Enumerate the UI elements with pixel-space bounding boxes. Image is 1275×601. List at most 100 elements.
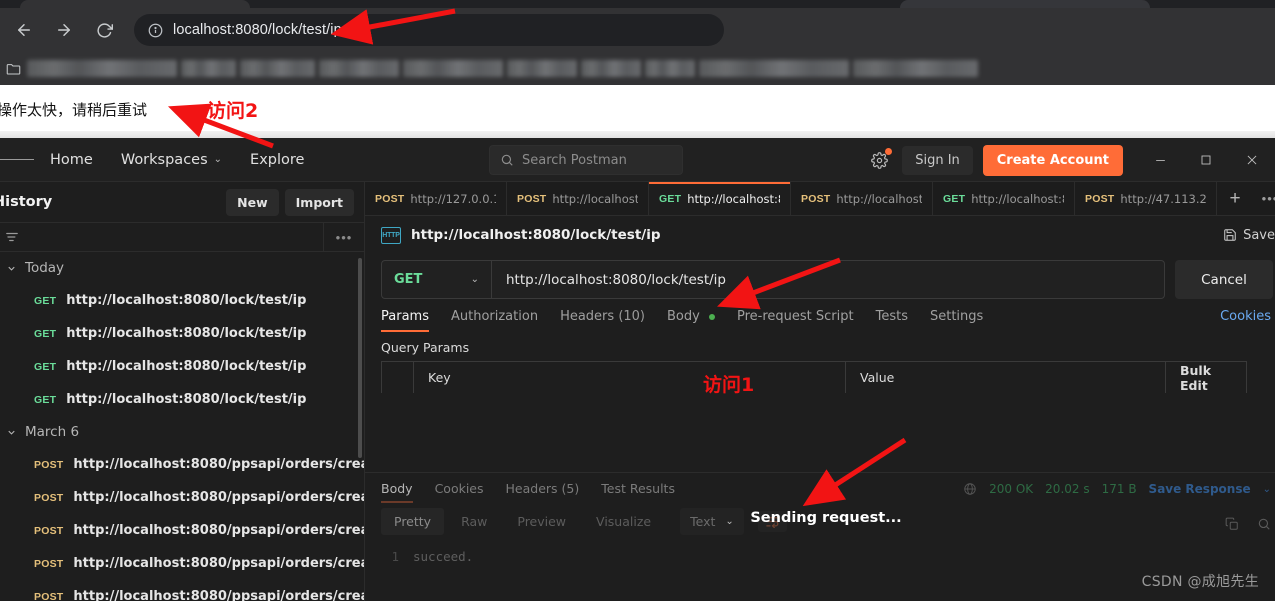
tab-headers[interactable]: Headers (10): [560, 309, 645, 332]
nav-explore[interactable]: Explore: [238, 146, 316, 174]
back-arrow-icon[interactable]: [8, 14, 40, 46]
response-tab-body[interactable]: Body: [381, 481, 413, 503]
history-group-today[interactable]: Today: [0, 252, 364, 284]
request-tab-active[interactable]: GET http://localhost:808: [649, 182, 791, 215]
tab-tests-label: Tests: [875, 309, 908, 324]
bookmark-item[interactable]: [581, 60, 641, 77]
request-tab[interactable]: POST http://localhost:80: [507, 182, 649, 215]
request-tab-bar: POST http://127.0.0.1:90 POST http://loc…: [365, 182, 1275, 216]
history-item[interactable]: GET http://localhost:8080/lock/test/ip: [0, 284, 364, 317]
bookmark-item[interactable]: [403, 60, 503, 77]
history-item[interactable]: GET http://localhost:8080/lock/test/ip: [0, 383, 364, 416]
request-tab[interactable]: POST http://47.113.206.2: [1075, 182, 1217, 215]
history-list[interactable]: Today GET http://localhost:8080/lock/tes…: [0, 252, 364, 601]
bookmarks-bar: [0, 52, 1275, 85]
request-title-bar: HTTP http://localhost:8080/lock/test/ip …: [365, 216, 1275, 254]
view-mode-visualize[interactable]: Visualize: [583, 508, 664, 535]
tab-tests[interactable]: Tests: [876, 309, 908, 332]
save-button[interactable]: Save: [1223, 228, 1275, 243]
response-tab-headers[interactable]: Headers (5): [506, 481, 580, 503]
request-tab[interactable]: POST http://127.0.0.1:90: [365, 182, 507, 215]
request-url-row: GET ⌄ http://localhost:8080/lock/test/ip…: [365, 254, 1275, 299]
save-response-button[interactable]: Save Response: [1149, 482, 1251, 496]
new-button[interactable]: New: [226, 188, 279, 216]
reload-icon[interactable]: [88, 14, 120, 46]
history-item[interactable]: POST http://localhost:8080/ppsapi/orders…: [0, 547, 364, 580]
tab-pre-request-script[interactable]: Pre-request Script: [737, 309, 854, 332]
response-tab-test-results-label: Test Results: [601, 481, 675, 496]
cookies-link[interactable]: Cookies: [1220, 309, 1271, 324]
maximize-button[interactable]: [1183, 138, 1229, 182]
search-icon[interactable]: [1257, 517, 1271, 531]
wrap-lines-icon[interactable]: [757, 511, 787, 532]
url-input[interactable]: http://localhost:8080/lock/test/ip: [492, 272, 726, 288]
gear-icon[interactable]: [864, 145, 894, 175]
site-info-icon[interactable]: [148, 23, 163, 38]
history-item[interactable]: POST http://localhost:8080/ppsapi/orders…: [0, 481, 364, 514]
watermark: CSDN @成旭先生: [1141, 574, 1259, 590]
history-item[interactable]: POST http://localhost:8080/ppsapi/orders…: [0, 448, 364, 481]
sidebar-scrollbar[interactable]: [358, 258, 362, 458]
bookmark-item[interactable]: [507, 60, 577, 77]
history-item[interactable]: GET http://localhost:8080/lock/test/ip: [0, 350, 364, 383]
forward-arrow-icon[interactable]: [48, 14, 80, 46]
history-method: POST: [34, 590, 64, 601]
history-item[interactable]: GET http://localhost:8080/lock/test/ip: [0, 317, 364, 350]
browser-tab-inactive[interactable]: [900, 0, 1150, 8]
new-tab-button[interactable]: +: [1217, 182, 1253, 215]
tab-url: http://127.0.0.1:90: [410, 191, 496, 206]
tab-params[interactable]: Params: [381, 309, 429, 332]
response-time: 20.02 s: [1045, 482, 1090, 496]
search-input[interactable]: Search Postman: [489, 145, 683, 175]
tab-url: http://localhost:80: [836, 191, 922, 206]
nav-home[interactable]: Home: [38, 146, 105, 174]
bookmark-item[interactable]: [27, 60, 177, 77]
history-group-march6[interactable]: March 6: [0, 416, 364, 448]
response-tab-cookies[interactable]: Cookies: [435, 481, 484, 503]
tab-body[interactable]: Body: [667, 309, 715, 332]
bulk-edit-button[interactable]: Bulk Edit: [1166, 362, 1246, 393]
response-body[interactable]: 1 succeed.: [365, 535, 1275, 564]
chevron-down-icon[interactable]: ⌄: [1263, 484, 1271, 495]
create-account-button[interactable]: Create Account: [982, 144, 1123, 176]
tab-more-icon[interactable]: •••: [1253, 182, 1275, 215]
tab-authorization[interactable]: Authorization: [451, 309, 538, 332]
request-tab[interactable]: POST http://localhost:80: [791, 182, 933, 215]
save-label: Save: [1243, 227, 1275, 243]
bookmark-item[interactable]: [240, 60, 315, 77]
view-mode-raw[interactable]: Raw: [448, 508, 500, 535]
response-tab-test-results[interactable]: Test Results: [601, 481, 675, 503]
bookmark-item[interactable]: [319, 60, 399, 77]
copy-icon[interactable]: [1225, 517, 1239, 531]
history-item[interactable]: POST http://localhost:8080/ppsapi/orders…: [0, 580, 364, 601]
bookmark-item[interactable]: [181, 60, 236, 77]
response-format-selector[interactable]: Text ⌄: [680, 508, 744, 535]
address-bar-url: localhost:8080/lock/test/ip: [173, 22, 342, 38]
nav-workspaces[interactable]: Workspaces ⌄: [109, 146, 234, 174]
bookmark-item[interactable]: [699, 60, 849, 77]
sign-in-button[interactable]: Sign In: [902, 145, 973, 175]
sidebar-more-icon[interactable]: •••: [324, 230, 364, 245]
view-mode-preview[interactable]: Preview: [504, 508, 579, 535]
bookmark-item[interactable]: [645, 60, 695, 77]
chevron-down-icon: ⌄: [470, 274, 479, 285]
hamburger-menu-icon[interactable]: [0, 157, 34, 163]
close-button[interactable]: [1229, 138, 1275, 182]
history-method: POST: [34, 557, 64, 570]
folder-icon[interactable]: [6, 62, 21, 76]
history-item[interactable]: POST http://localhost:8080/ppsapi/orders…: [0, 514, 364, 547]
select-all-checkbox[interactable]: [382, 362, 414, 393]
tab-method: GET: [943, 192, 966, 205]
address-bar[interactable]: localhost:8080/lock/test/ip: [134, 14, 724, 46]
minimize-button[interactable]: [1137, 138, 1183, 182]
tab-settings[interactable]: Settings: [930, 309, 983, 332]
view-mode-pretty[interactable]: Pretty: [381, 508, 445, 535]
browser-tab[interactable]: [20, 0, 250, 8]
bookmark-item[interactable]: [853, 60, 978, 77]
history-url: http://localhost:8080/lock/test/ip: [66, 326, 307, 341]
import-button[interactable]: Import: [284, 188, 354, 216]
method-selector[interactable]: GET ⌄: [382, 261, 492, 298]
history-filter-input[interactable]: [0, 223, 324, 251]
cancel-button[interactable]: Cancel: [1175, 260, 1273, 299]
request-tab[interactable]: GET http://localhost:808: [933, 182, 1075, 215]
